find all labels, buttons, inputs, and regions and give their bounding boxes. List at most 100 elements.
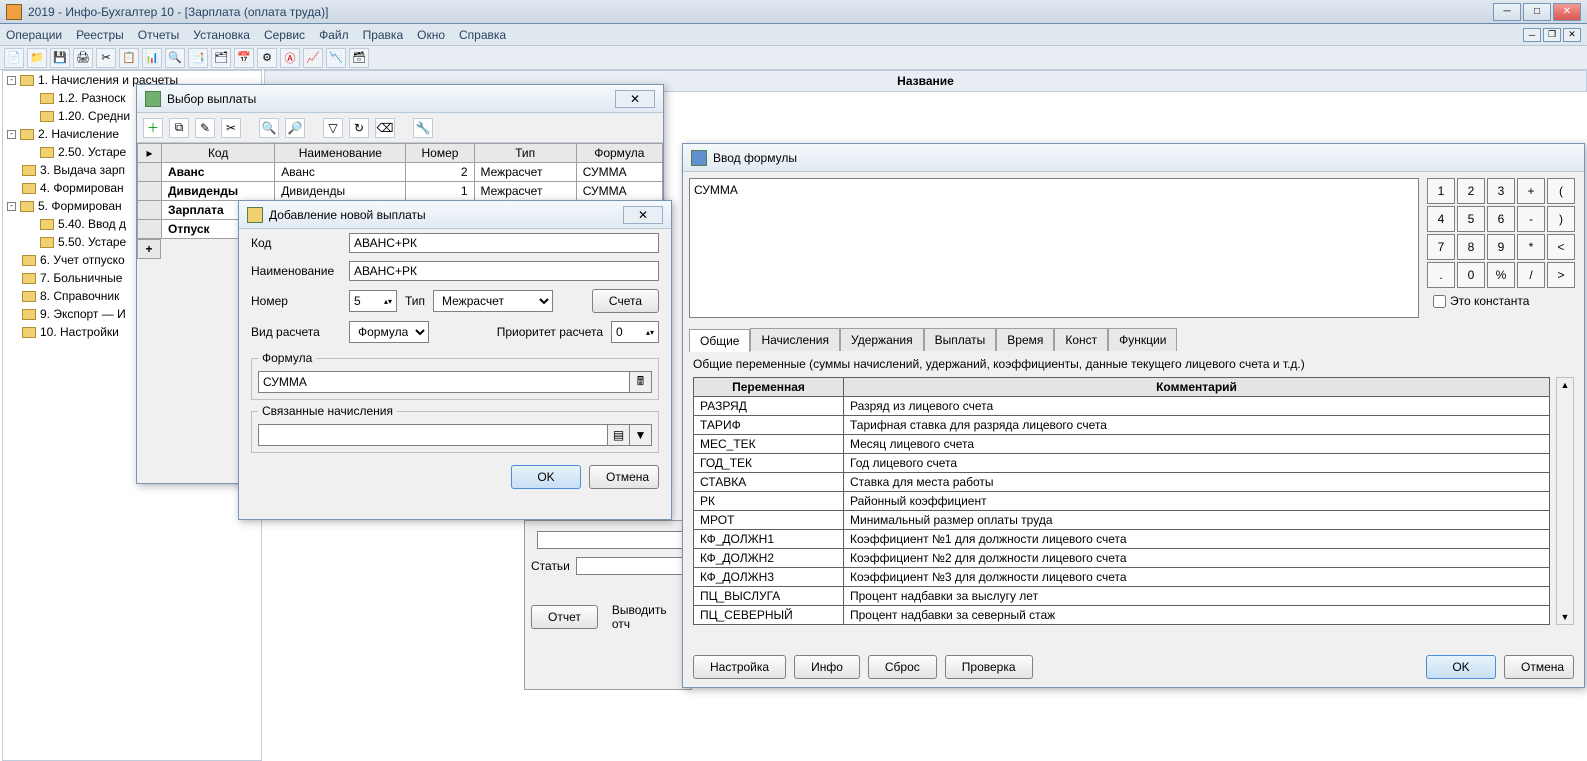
calc-kind-select[interactable]: Формула (349, 321, 429, 343)
tab-3[interactable]: Выплаты (924, 328, 997, 351)
tab-2[interactable]: Удержания (840, 328, 924, 351)
tab-1[interactable]: Начисления (750, 328, 840, 351)
menu-reports[interactable]: Отчеты (138, 28, 179, 42)
toolbar-icon[interactable]: 📊 (142, 48, 162, 68)
keypad-key[interactable]: 4 (1427, 206, 1455, 232)
keypad-key[interactable]: 5 (1457, 206, 1485, 232)
toolbar-icon[interactable]: 📅 (234, 48, 254, 68)
toolbar-icon[interactable]: 🗂 (211, 48, 231, 68)
menu-service[interactable]: Сервис (264, 28, 305, 42)
keypad-key[interactable]: 6 (1487, 206, 1515, 232)
toolbar-icon[interactable]: 💾 (50, 48, 70, 68)
minimize-button[interactable]: ─ (1493, 3, 1521, 21)
keypad-key[interactable]: 2 (1457, 178, 1485, 204)
find-icon[interactable]: 🔍 (259, 118, 279, 138)
col-type[interactable]: Тип (474, 144, 576, 163)
toolbar-icon[interactable]: 🗃 (349, 48, 369, 68)
accounts-button[interactable]: Счета (592, 289, 659, 313)
close-icon[interactable]: ✕ (615, 90, 655, 108)
toolbar-icon[interactable]: 📄 (4, 48, 24, 68)
related-down-icon[interactable]: ▼ (630, 424, 652, 446)
settings-button[interactable]: Настройка (693, 655, 786, 679)
table-row[interactable]: ПЦ_СЕВЕРНЫЙПроцент надбавки за северный … (694, 606, 1550, 625)
tab-6[interactable]: Функции (1108, 328, 1177, 351)
cut-icon[interactable]: ✂ (221, 118, 241, 138)
toolbar-icon[interactable]: 🖨 (73, 48, 93, 68)
table-row[interactable]: ГОД_ТЕКГод лицевого счета (694, 454, 1550, 473)
keypad-key[interactable]: 0 (1457, 262, 1485, 288)
menu-operations[interactable]: Операции (6, 28, 62, 42)
formula-edit-icon[interactable]: 🖩 (630, 371, 652, 393)
tab-5[interactable]: Конст (1054, 328, 1108, 351)
settings-icon[interactable]: 🔧 (413, 118, 433, 138)
keypad-key[interactable]: 9 (1487, 234, 1515, 260)
keypad-key[interactable]: ) (1547, 206, 1575, 232)
info-button[interactable]: Инфо (794, 655, 860, 679)
col-variable[interactable]: Переменная (694, 378, 844, 397)
priority-spinner[interactable]: 0▴▾ (611, 321, 659, 343)
keypad-key[interactable]: - (1517, 206, 1545, 232)
toolbar-icon[interactable]: ✂ (96, 48, 116, 68)
toolbar-icon[interactable]: 📈 (303, 48, 323, 68)
toolbar-icon[interactable]: 📁 (27, 48, 47, 68)
type-select[interactable]: Межрасчет (433, 290, 553, 312)
check-button[interactable]: Проверка (945, 655, 1033, 679)
keypad-key[interactable]: 3 (1487, 178, 1515, 204)
toolbar-icon[interactable]: ⚙ (257, 48, 277, 68)
edit-icon[interactable]: ✎ (195, 118, 215, 138)
keypad-key[interactable]: 7 (1427, 234, 1455, 260)
table-row[interactable]: КФ_ДОЛЖН1Коэффициент №1 для должности ли… (694, 530, 1550, 549)
tab-4[interactable]: Время (996, 328, 1054, 351)
menu-help[interactable]: Справка (459, 28, 506, 42)
constant-checkbox[interactable] (1433, 295, 1446, 308)
toolbar-icon[interactable]: Ⓐ (280, 48, 300, 68)
table-row[interactable]: АвансАванс2МежрасчетСУММА (138, 163, 663, 182)
name-input[interactable] (349, 261, 659, 281)
num-spinner[interactable]: 5▴▾ (349, 290, 397, 312)
menu-registries[interactable]: Реестры (76, 28, 124, 42)
formula-input[interactable] (258, 371, 630, 393)
col-comment[interactable]: Комментарий (844, 378, 1550, 397)
close-button[interactable]: ✕ (1553, 3, 1581, 21)
add-row-button[interactable]: + (137, 239, 161, 259)
close-icon[interactable]: ✕ (623, 206, 663, 224)
mdi-minimize[interactable]: ─ (1523, 28, 1541, 42)
keypad-key[interactable]: % (1487, 262, 1515, 288)
mdi-restore[interactable]: ❐ (1543, 28, 1561, 42)
related-input[interactable] (258, 424, 608, 446)
toolbar-icon[interactable]: 📉 (326, 48, 346, 68)
col-name[interactable]: Наименование (275, 144, 406, 163)
col-code[interactable]: Код (162, 144, 275, 163)
table-row[interactable]: ПЦ_ВЫСЛУГАПроцент надбавки за выслугу ле… (694, 587, 1550, 606)
related-list-icon[interactable]: ▤ (608, 424, 630, 446)
table-row[interactable]: МЕС_ТЕКМесяц лицевого счета (694, 435, 1550, 454)
tree-toggle-icon[interactable]: - (7, 76, 16, 85)
copy-icon[interactable]: ⧉ (169, 118, 189, 138)
code-input[interactable] (349, 233, 659, 253)
menu-file[interactable]: Файл (319, 28, 349, 42)
cancel-button[interactable]: Отмена (589, 465, 659, 489)
toolbar-icon[interactable]: 📑 (188, 48, 208, 68)
keypad-key[interactable]: * (1517, 234, 1545, 260)
menu-edit[interactable]: Правка (363, 28, 404, 42)
keypad-key[interactable]: > (1547, 262, 1575, 288)
add-icon[interactable]: ＋ (143, 118, 163, 138)
col-formula[interactable]: Формула (576, 144, 662, 163)
keypad-key[interactable]: 1 (1427, 178, 1455, 204)
toolbar-icon[interactable]: 🔍 (165, 48, 185, 68)
mdi-close[interactable]: ✕ (1563, 28, 1581, 42)
keypad-key[interactable]: + (1517, 178, 1545, 204)
reset-button[interactable]: Сброс (868, 655, 937, 679)
table-row[interactable]: ДивидендыДивиденды1МежрасчетСУММА (138, 182, 663, 201)
variables-table[interactable]: Переменная Комментарий РАЗРЯДРазряд из л… (693, 377, 1550, 625)
keypad-key[interactable]: . (1427, 262, 1455, 288)
table-row[interactable]: ТАРИФТарифная ставка для разряда лицевог… (694, 416, 1550, 435)
ok-button[interactable]: OK (511, 465, 581, 489)
table-row[interactable]: МРОТМинимальный размер оплаты труда (694, 511, 1550, 530)
field-input[interactable] (537, 531, 694, 549)
cancel-button[interactable]: Отмена (1504, 655, 1574, 679)
table-row[interactable]: КФ_ДОЛЖН3Коэффициент №3 для должности ли… (694, 568, 1550, 587)
ok-button[interactable]: OK (1426, 655, 1496, 679)
menu-setup[interactable]: Установка (193, 28, 250, 42)
keypad-key[interactable]: < (1547, 234, 1575, 260)
